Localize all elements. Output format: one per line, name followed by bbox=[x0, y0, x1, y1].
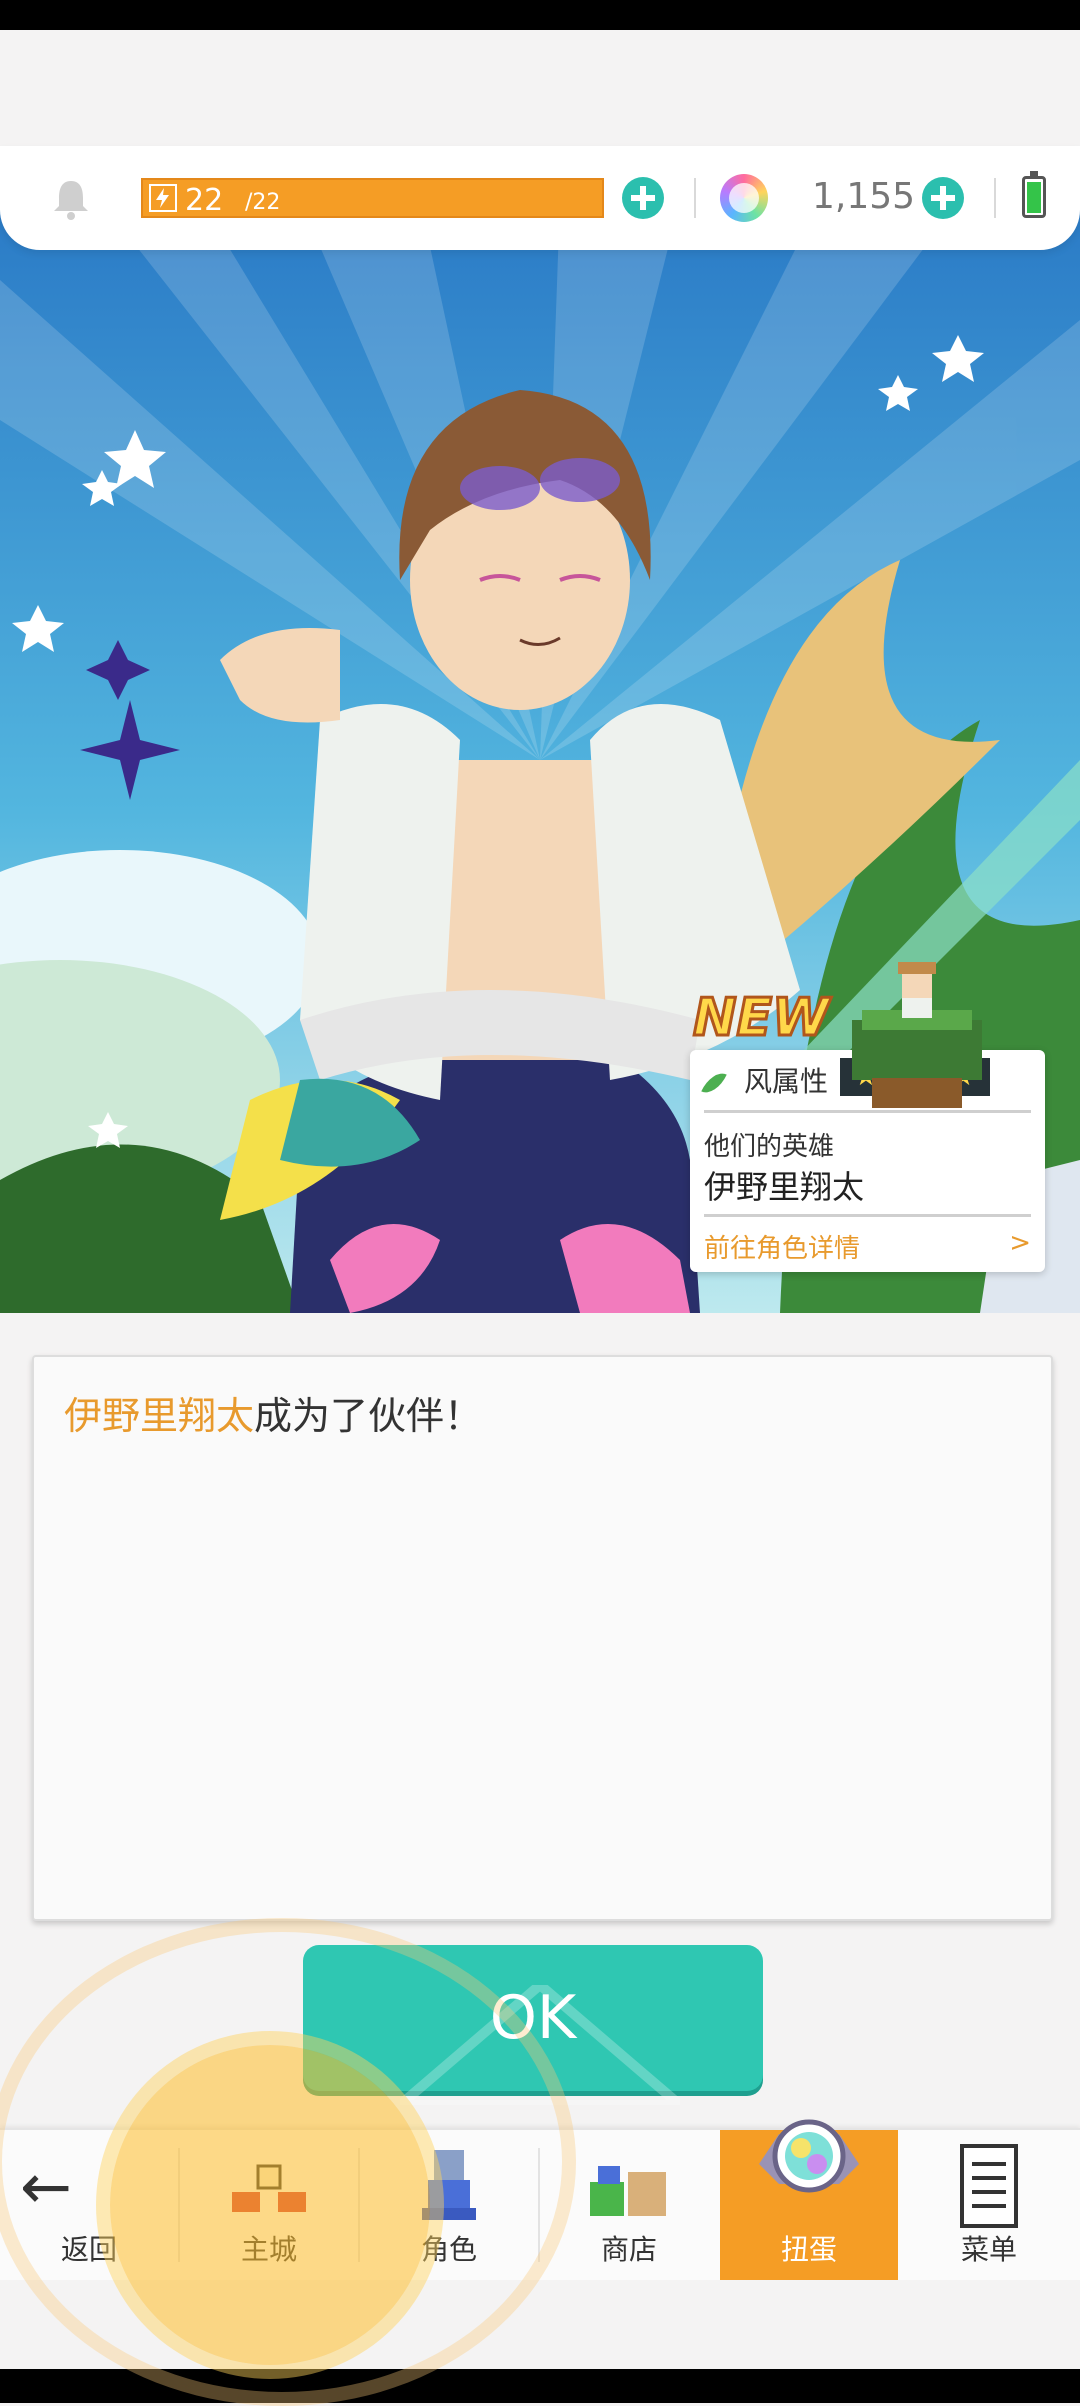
castle-icon bbox=[232, 2164, 306, 2212]
card-divider bbox=[704, 1214, 1031, 1217]
add-stamina-button[interactable] bbox=[622, 177, 664, 219]
new-badge: NEW bbox=[691, 987, 830, 1050]
hero-subtitle: 他们的英雄 bbox=[704, 1132, 835, 1162]
stamina-max: /22 bbox=[245, 190, 281, 215]
element-label: 风属性 bbox=[744, 1065, 829, 1098]
hero-pixel-sprite-icon bbox=[852, 962, 982, 1108]
resource-bar: 22 /22 1,155 bbox=[0, 146, 1080, 250]
back-arrow-icon: ← bbox=[20, 2150, 72, 2223]
nav-back[interactable]: ← 返回 bbox=[0, 2130, 178, 2280]
gacha-capsule-icon bbox=[759, 2119, 859, 2193]
add-gem-button[interactable] bbox=[922, 177, 964, 219]
nav-menu[interactable]: 菜单 bbox=[900, 2130, 1078, 2280]
chevron-right-icon[interactable]: > bbox=[1009, 1228, 1031, 1258]
rainbow-gem-icon bbox=[720, 174, 768, 222]
nav-characters[interactable]: 角色 bbox=[360, 2130, 538, 2280]
message-hero-name: 伊野里翔太 bbox=[64, 1394, 255, 1438]
shop-icon bbox=[590, 2166, 666, 2216]
nav-menu-label: 菜单 bbox=[960, 2233, 1017, 2266]
ok-button[interactable]: OK bbox=[303, 1945, 763, 2091]
nav-back-label: 返回 bbox=[60, 2233, 117, 2266]
nav-main-city[interactable]: 主城 bbox=[180, 2130, 358, 2280]
system-status-bar bbox=[0, 0, 1080, 30]
system-bottom-bar bbox=[0, 2369, 1080, 2403]
nav-gacha[interactable]: 扭蛋 bbox=[720, 2119, 898, 2280]
result-message: 伊野里翔太成为了伙伴！ bbox=[64, 1385, 482, 1440]
divider bbox=[994, 178, 996, 218]
nav-gacha-label: 扭蛋 bbox=[780, 2233, 837, 2266]
gem-count: 1,155 bbox=[812, 176, 916, 217]
character-icon bbox=[422, 2150, 476, 2220]
hero-name: 伊野里翔太 bbox=[704, 1168, 865, 1206]
menu-list-icon bbox=[960, 2144, 1018, 2228]
wind-leaf-icon bbox=[701, 1067, 727, 1099]
character-detail-link[interactable]: 前往角色详情 bbox=[704, 1228, 860, 1265]
nav-characters-label: 角色 bbox=[420, 2233, 477, 2266]
stamina-bar: 22 /22 bbox=[141, 178, 604, 218]
nav-shop[interactable]: 商店 bbox=[540, 2130, 718, 2280]
bottom-nav: ← 返回 主城 角色 商店 扭蛋 菜单 bbox=[0, 2119, 1080, 2280]
stamina-current: 22 bbox=[185, 183, 224, 218]
divider bbox=[694, 178, 696, 218]
nav-main-city-label: 主城 bbox=[240, 2233, 297, 2266]
nav-shop-label: 商店 bbox=[600, 2233, 657, 2266]
lightning-icon bbox=[149, 184, 177, 212]
message-text: 成为了伙伴！ bbox=[254, 1394, 483, 1438]
message-box: 伊野里翔太成为了伙伴！ bbox=[32, 1355, 1053, 1921]
home-indicator-area bbox=[0, 2280, 1080, 2370]
bell-icon[interactable] bbox=[48, 176, 94, 222]
battery-icon bbox=[1022, 171, 1046, 218]
